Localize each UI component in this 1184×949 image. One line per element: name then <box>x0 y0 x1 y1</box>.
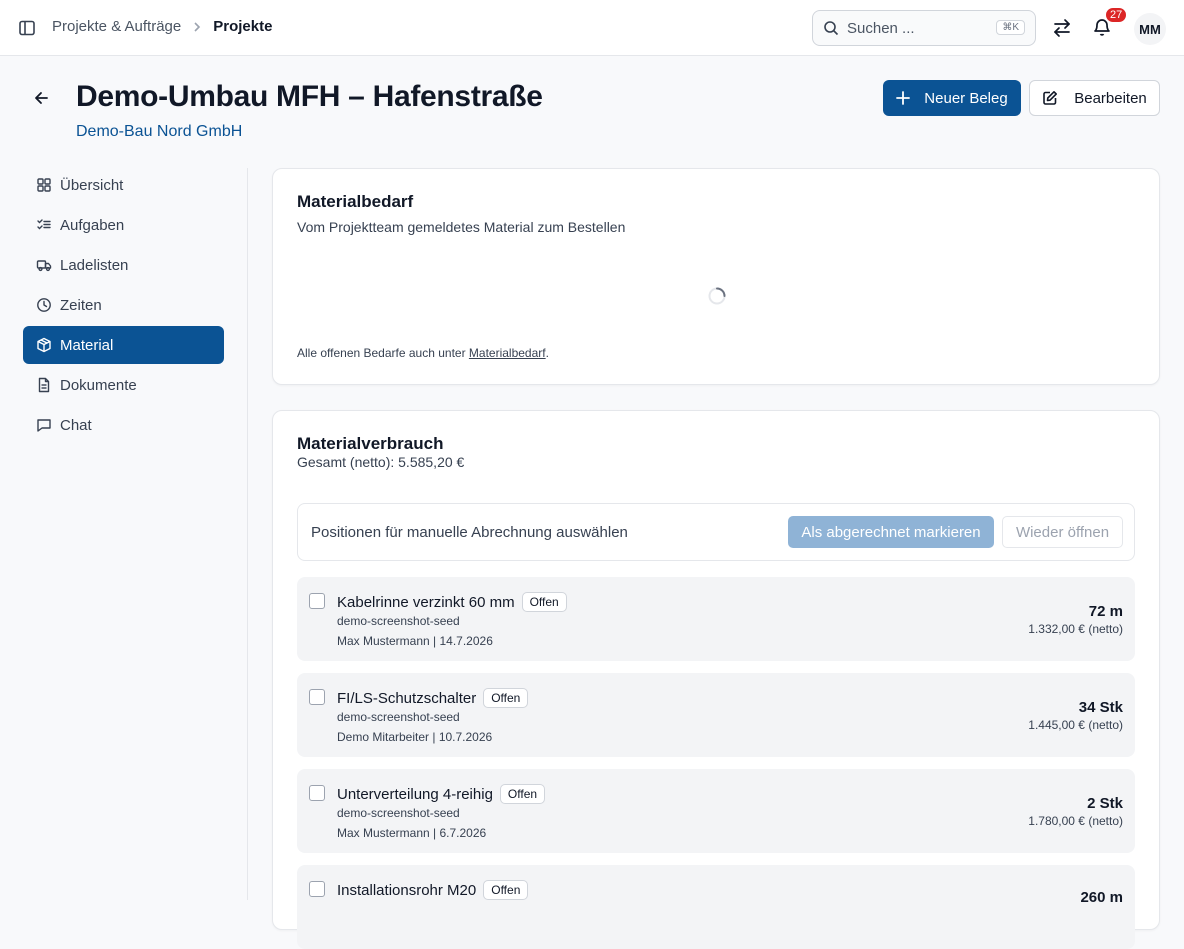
footnote-suffix: . <box>545 346 549 360</box>
project-nav: Übersicht Aufgaben Ladelisten Zeiten Mat… <box>23 166 224 446</box>
item-checkbox[interactable] <box>309 881 325 897</box>
nav-item-zeiten[interactable]: Zeiten <box>23 286 224 324</box>
nav-item-label: Übersicht <box>60 176 124 194</box>
nav-item-chat[interactable]: Chat <box>23 406 224 444</box>
item-name-row: Unterverteilung 4-reihig Offen <box>337 784 546 804</box>
item-name: Unterverteilung 4-reihig <box>337 786 493 803</box>
new-document-label: Neuer Beleg <box>924 89 1008 107</box>
chat-icon <box>37 419 51 432</box>
top-bar: Projekte & Aufträge Projekte ⌘K 27 MM <box>0 0 1184 56</box>
list-item: FI/LS-Schutzschalter Offen demo-screensho… <box>297 673 1135 757</box>
item-price: 1.780,00 € (netto) <box>1028 814 1123 828</box>
material-usage-card: Materialverbrauch Gesamt (netto): 5.585,… <box>272 410 1160 949</box>
nav-item-label: Dokumente <box>60 376 137 394</box>
breadcrumb-current: Projekte <box>213 18 273 35</box>
avatar[interactable]: MM <box>1134 13 1166 45</box>
item-checkbox[interactable] <box>309 593 325 609</box>
nav-item-aufgaben[interactable]: Aufgaben <box>23 206 224 244</box>
item-name-row: Installationsrohr M20 Offen <box>337 880 529 900</box>
status-badge: Offen <box>499 784 546 804</box>
nav-item-ladelisten[interactable]: Ladelisten <box>23 246 224 284</box>
item-quantity: 34 Stk <box>1078 699 1123 716</box>
item-name: Kabelrinne verzinkt 60 mm <box>337 594 515 611</box>
page-title: Demo-Umbau MFH – Hafenstraße <box>76 80 543 113</box>
list-item: Installationsrohr M20 Offen 260 m <box>297 865 1135 949</box>
item-source: demo-screenshot-seed <box>337 614 460 628</box>
item-meta: Max Mustermann | 6.7.2026 <box>337 826 487 840</box>
truck-icon <box>36 260 52 272</box>
reopen-button[interactable]: Wieder öffnen <box>1002 516 1123 548</box>
status-badge: Offen <box>521 592 567 612</box>
notification-badge: 27 <box>1104 6 1129 24</box>
mark-billed-button[interactable]: Als abgerechnet markieren <box>788 516 994 548</box>
status-badge: Offen <box>483 688 529 708</box>
item-meta: Demo Mitarbeiter | 10.7.2026 <box>337 730 493 744</box>
status-badge: Offen <box>483 880 529 900</box>
new-document-button[interactable]: Neuer Beleg <box>883 80 1021 116</box>
list-check-icon <box>37 219 51 230</box>
package-icon <box>37 337 51 353</box>
footnote-prefix: Alle offenen Bedarfe auch unter <box>297 346 469 360</box>
switch-arrows-icon[interactable] <box>1052 18 1072 38</box>
item-quantity: 260 m <box>1080 889 1123 906</box>
back-arrow-icon[interactable] <box>32 88 52 108</box>
material-demand-card: Materialbedarf Vom Projektteam gemeldete… <box>272 168 1160 385</box>
item-price: 1.445,00 € (netto) <box>1028 718 1123 732</box>
search-input[interactable] <box>847 19 987 37</box>
document-icon <box>38 377 50 393</box>
nav-divider <box>247 168 248 900</box>
breadcrumb: Projekte & Aufträge Projekte <box>52 18 272 35</box>
sidebar-toggle-icon[interactable] <box>18 19 36 37</box>
material-demand-link[interactable]: Materialbedarf <box>469 346 546 360</box>
billing-selection-label: Positionen für manuelle Abrechnung auswä… <box>311 524 628 541</box>
item-source: demo-screenshot-seed <box>337 710 460 724</box>
item-meta: Max Mustermann | 14.7.2026 <box>337 634 493 648</box>
plus-icon <box>896 91 911 105</box>
nav-item-material[interactable]: Material <box>23 326 224 364</box>
material-usage-total: Gesamt (netto): 5.585,20 € <box>297 454 465 470</box>
item-name-row: Kabelrinne verzinkt 60 mm Offen <box>337 592 567 612</box>
list-item: Kabelrinne verzinkt 60 mm Offen demo-scre… <box>297 577 1135 661</box>
material-usage-title: Materialverbrauch <box>297 434 444 453</box>
nav-item-dokumente[interactable]: Dokumente <box>23 366 224 404</box>
list-item: Unterverteilung 4-reihig Offen demo-scree… <box>297 769 1135 853</box>
search-icon <box>823 20 839 36</box>
item-checkbox[interactable] <box>309 689 325 705</box>
edit-button[interactable]: Bearbeiten <box>1029 80 1160 116</box>
clock-icon <box>37 298 51 312</box>
edit-icon <box>1043 91 1058 105</box>
nav-item-label: Aufgaben <box>60 216 125 234</box>
dashboard-icon <box>37 178 51 192</box>
material-demand-subtitle: Vom Projektteam gemeldetes Material zum … <box>297 219 626 235</box>
material-demand-footnote: Alle offenen Bedarfe auch unter Material… <box>297 346 549 360</box>
chevron-right-icon <box>191 21 203 33</box>
nav-item-label: Chat <box>60 416 92 434</box>
item-checkbox[interactable] <box>309 785 325 801</box>
nav-item-label: Zeiten <box>60 296 102 314</box>
nav-item-label: Material <box>60 336 114 354</box>
item-name: FI/LS-Schutzschalter <box>337 690 477 707</box>
item-quantity: 2 Stk <box>1087 795 1123 812</box>
breadcrumb-parent[interactable]: Projekte & Aufträge <box>52 18 181 35</box>
billing-selection-bar: Positionen für manuelle Abrechnung auswä… <box>297 503 1135 561</box>
material-demand-title: Materialbedarf <box>297 192 414 211</box>
item-quantity: 72 m <box>1088 603 1123 620</box>
item-name: Installationsrohr M20 <box>337 882 477 899</box>
search-box[interactable]: ⌘K <box>812 10 1036 46</box>
nav-item-label: Ladelisten <box>60 256 129 274</box>
item-source: demo-screenshot-seed <box>337 806 460 820</box>
search-shortcut: ⌘K <box>996 20 1025 35</box>
customer-name[interactable]: Demo-Bau Nord GmbH <box>76 123 242 141</box>
loading-spinner-icon <box>707 286 727 306</box>
nav-item-uebersicht[interactable]: Übersicht <box>23 166 224 204</box>
item-name-row: FI/LS-Schutzschalter Offen <box>337 688 529 708</box>
item-price: 1.332,00 € (netto) <box>1028 622 1123 636</box>
edit-label: Bearbeiten <box>1074 89 1147 107</box>
